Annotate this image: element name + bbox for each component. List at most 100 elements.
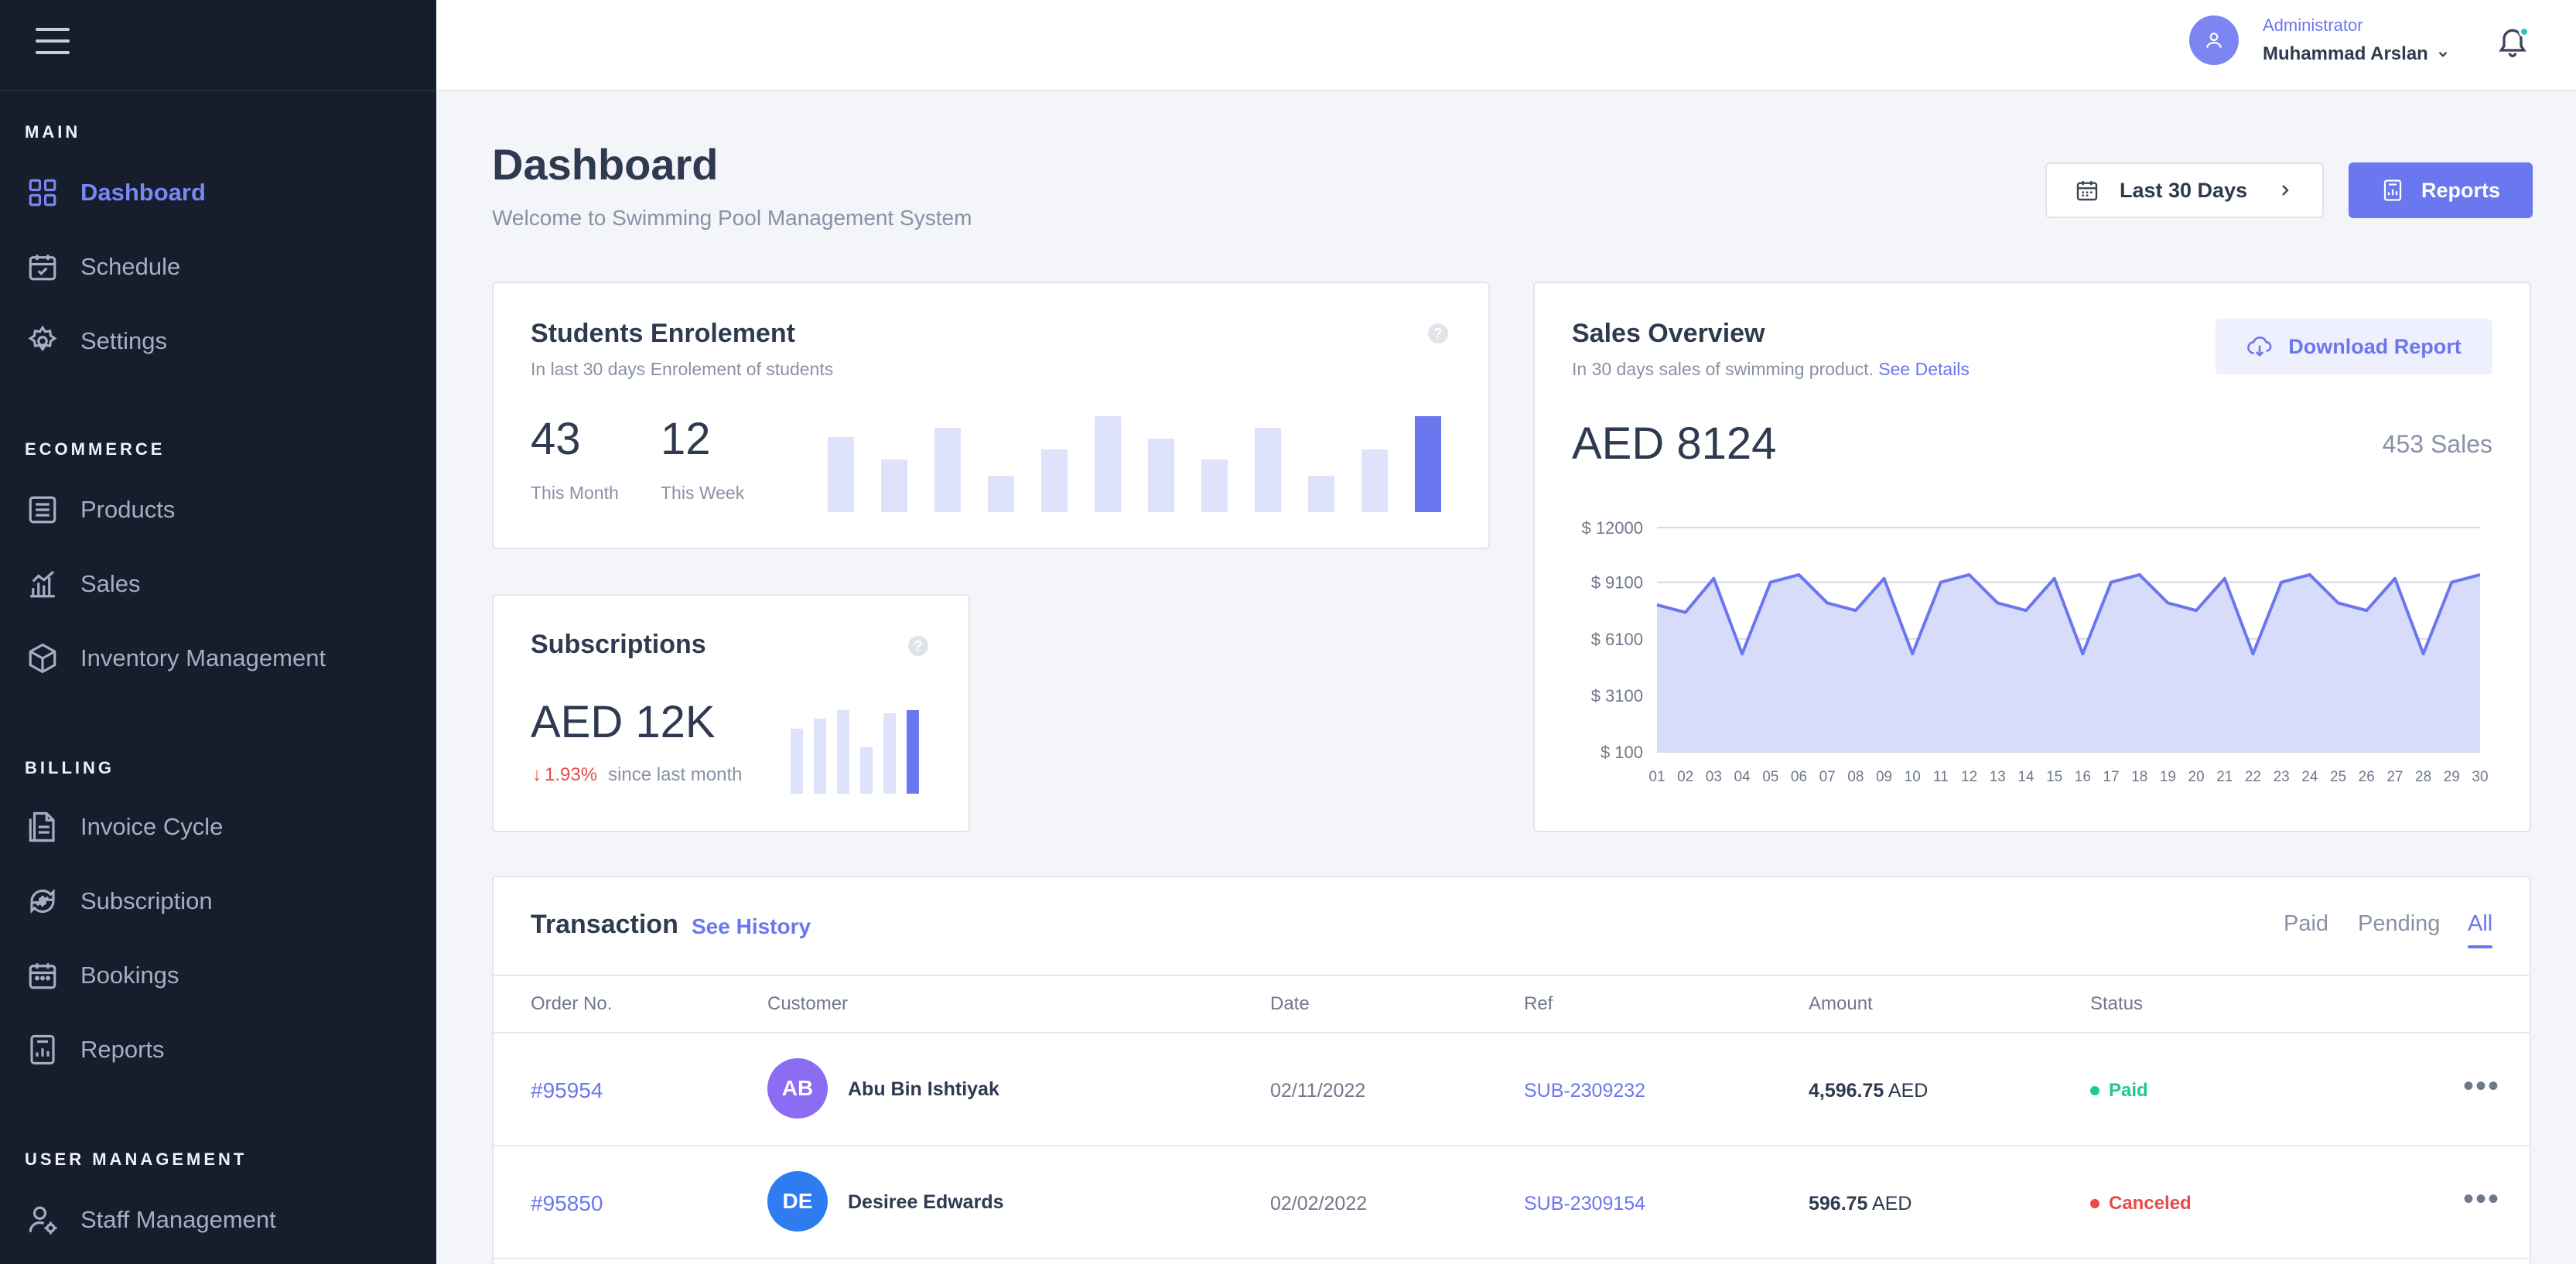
hamburger-menu-icon[interactable] (36, 28, 70, 56)
bar (883, 713, 896, 794)
calendar-icon (2076, 181, 2098, 201)
col-status: Status (2090, 993, 2144, 1014)
see-details-link[interactable]: See Details (1878, 359, 1970, 379)
customer-name: Desiree Edwards (848, 1191, 1004, 1213)
x-tick-label: 30 (2472, 769, 2488, 785)
user-gear-icon (25, 1202, 60, 1238)
tab-pending[interactable]: Pending (2358, 911, 2440, 937)
section-billing: BILLING (25, 758, 114, 777)
x-tick-label: 24 (2301, 769, 2318, 785)
x-tick-label: 03 (1706, 769, 1722, 785)
x-tick-label: 19 (2160, 769, 2176, 785)
help-icon[interactable]: ? (908, 636, 928, 656)
section-user-management: USER MANAGEMENT (25, 1150, 248, 1169)
bar (814, 719, 826, 794)
bar (791, 729, 803, 794)
help-icon[interactable]: ? (1428, 323, 1448, 343)
sidebar-item-products[interactable]: Products (25, 483, 412, 537)
subscriptions-change: ↓ 1.93% since last month (532, 764, 742, 786)
sales-title: Sales Overview (1572, 319, 1765, 348)
page-title: Dashboard (492, 140, 719, 189)
date-cell: 02/02/2022 (1270, 1193, 1368, 1214)
col-ref: Ref (1524, 993, 1553, 1014)
sidebar-item-staff-management[interactable]: Staff Management (25, 1193, 412, 1247)
x-tick-label: 23 (2274, 769, 2290, 785)
status-badge: Paid (2090, 1080, 2148, 1102)
document-icon (25, 809, 60, 845)
x-tick-label: 17 (2103, 769, 2119, 785)
subscriptions-value: AED 12K (531, 697, 716, 747)
ref-link[interactable]: SUB-2309154 (1524, 1193, 1645, 1215)
x-tick-label: 29 (2444, 769, 2460, 785)
x-tick-label: 12 (1961, 769, 1977, 785)
enrolment-week-label: This Week (661, 483, 745, 503)
customer-avatar: AB (767, 1058, 828, 1119)
sales-total: AED 8124 (1572, 418, 1777, 469)
download-report-button[interactable]: Download Report (2216, 319, 2492, 374)
user-icon (2206, 32, 2222, 48)
see-history-link[interactable]: See History (692, 914, 811, 939)
bar (860, 747, 873, 794)
sidebar-item-settings[interactable]: Settings (25, 314, 412, 368)
x-tick-label: 27 (2386, 769, 2403, 785)
enrolment-month-value: 43 (531, 414, 581, 464)
cloud-download-icon (2247, 336, 2272, 357)
calendar-check-icon (25, 249, 60, 285)
reports-button[interactable]: Reports (2349, 162, 2533, 218)
user-avatar[interactable] (2189, 15, 2239, 65)
more-options-icon[interactable]: ••• (2463, 1184, 2500, 1214)
sidebar-item-schedule[interactable]: Schedule (25, 240, 412, 294)
sidebar-item-invoice-cycle[interactable]: Invoice Cycle (25, 800, 412, 854)
active-tab-indicator (2468, 945, 2492, 948)
bar (1415, 416, 1441, 512)
sidebar-item-inventory[interactable]: Inventory Management (25, 631, 412, 685)
page-subtitle: Welcome to Swimming Pool Management Syst… (492, 206, 972, 230)
list-box-icon (25, 492, 60, 528)
amount-cell: 4,596.75 AED (1809, 1080, 1928, 1102)
x-tick-label: 01 (1648, 769, 1665, 785)
customer-avatar: DE (767, 1171, 828, 1232)
subscriptions-title: Subscriptions (531, 630, 706, 659)
date-cell: 02/11/2022 (1270, 1080, 1366, 1102)
topbar (436, 0, 2576, 91)
reports-label: Reports (2421, 178, 2500, 202)
subscriptions-change-note: since last month (608, 764, 743, 785)
amount-value: 596.75 (1809, 1193, 1868, 1214)
section-ecommerce: ECOMMERCE (25, 439, 166, 459)
x-tick-label: 20 (2188, 769, 2205, 785)
x-tick-label: 07 (1819, 769, 1836, 785)
ref-link[interactable]: SUB-2309232 (1524, 1080, 1645, 1102)
sidebar-item-dashboard[interactable]: Dashboard (25, 166, 412, 220)
sidebar-item-label: Settings (80, 327, 168, 354)
report-icon (25, 1032, 60, 1068)
report-icon (2383, 179, 2402, 201)
chevron-right-icon (2282, 185, 2289, 196)
sidebar-item-subscription[interactable]: Subscription (25, 874, 412, 928)
sales-area-chart: $ 12000 $ 9100 $ 6100 $ 3100 $ 100 01 02 03 04 05… (1581, 518, 2488, 785)
bar (1095, 416, 1121, 512)
tab-paid[interactable]: Paid (2284, 911, 2328, 937)
x-tick-label: 28 (2415, 769, 2431, 785)
status-text: Paid (2109, 1080, 2148, 1101)
y-tick-label: $ 12000 (1581, 518, 1643, 538)
sidebar-item-bookings[interactable]: Bookings (25, 948, 412, 1003)
sales-subtitle-row: In 30 days sales of swimming product. Se… (1572, 359, 1970, 380)
order-link[interactable]: #95954 (531, 1078, 603, 1103)
amount-currency: AED (1888, 1080, 1929, 1102)
date-range-button[interactable]: Last 30 Days (2045, 162, 2324, 218)
x-tick-label: 26 (2359, 769, 2375, 785)
tab-all[interactable]: All (2468, 911, 2492, 937)
more-options-icon[interactable]: ••• (2463, 1071, 2500, 1102)
bar (907, 710, 919, 794)
bar (837, 710, 849, 794)
sidebar-header (0, 0, 436, 91)
bar (1041, 449, 1068, 512)
sidebar-item-sales[interactable]: Sales (25, 557, 412, 611)
order-link[interactable]: #95850 (531, 1191, 603, 1216)
enrolment-week-value: 12 (661, 414, 711, 464)
subscriptions-change-value: 1.93% (545, 764, 598, 785)
sidebar-item-reports[interactable]: Reports (25, 1023, 412, 1077)
user-menu[interactable]: Muhammad Arslan (2263, 43, 2450, 65)
section-main: MAIN (25, 122, 81, 142)
sidebar-item-label: Products (80, 496, 176, 523)
